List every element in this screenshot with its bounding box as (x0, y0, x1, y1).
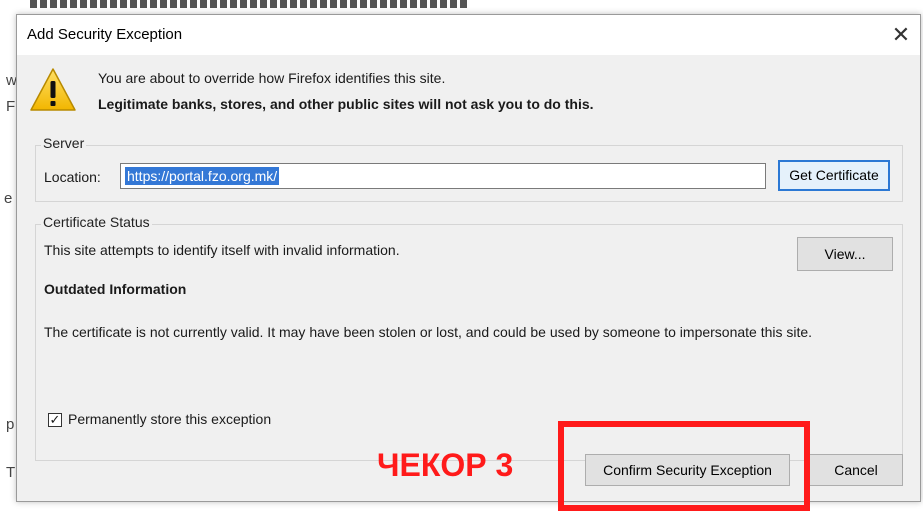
step-annotation: ЧЕКОР 3 (377, 447, 514, 483)
dialog-title: Add Security Exception (27, 26, 183, 43)
outdated-heading: Outdated Information (44, 281, 187, 297)
location-label: Location: (44, 169, 101, 185)
server-group-label: Server (41, 135, 87, 151)
permanently-store-checkbox[interactable]: ✓ (48, 413, 62, 427)
warning-message: You are about to override how Firefox id… (98, 70, 446, 86)
background-fragment: F (6, 98, 16, 115)
get-certificate-button[interactable]: Get Certificate (778, 160, 890, 191)
view-button-label: View... (824, 246, 866, 262)
close-icon[interactable]: ✕ (884, 19, 918, 51)
background-fragment: T (6, 464, 16, 481)
background-fragment: e (4, 190, 13, 207)
dialog-titlebar: Add Security Exception ✕ (17, 15, 920, 55)
certificate-status-group-label: Certificate Status (41, 214, 152, 230)
location-input-value: https://portal.fzo.org.mk/ (125, 167, 280, 185)
view-button[interactable]: View... (797, 237, 893, 271)
warning-message-bold: Legitimate banks, stores, and other publ… (98, 96, 594, 112)
step-highlight-box (558, 421, 810, 511)
permanently-store-label[interactable]: Permanently store this exception (68, 411, 271, 427)
outdated-description: The certificate is not currently valid. … (44, 324, 813, 340)
cancel-button-label: Cancel (834, 462, 878, 478)
background-fragment: p (6, 416, 15, 433)
get-certificate-label: Get Certificate (789, 167, 879, 183)
certificate-status-text: This site attempts to identify itself wi… (44, 242, 400, 258)
location-input[interactable]: https://portal.fzo.org.mk/ (120, 163, 766, 189)
background-page-text (30, 0, 470, 10)
warning-icon (30, 68, 76, 111)
cancel-button[interactable]: Cancel (809, 454, 903, 486)
